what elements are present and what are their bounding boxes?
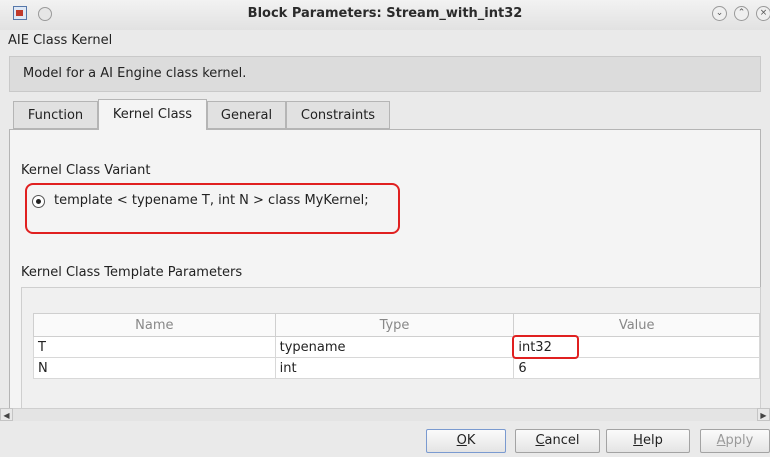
- variant-radio[interactable]: [32, 195, 45, 208]
- horizontal-scrollbar[interactable]: [0, 408, 770, 421]
- column-header-value[interactable]: Value: [513, 313, 760, 337]
- variant-highlight: [25, 183, 400, 234]
- cell-type[interactable]: int: [274, 357, 515, 379]
- ok-button[interactable]: OK: [426, 429, 506, 453]
- value-highlight: [512, 335, 579, 359]
- cancel-button[interactable]: Cancel: [515, 429, 600, 453]
- description-panel: Model for a AI Engine class kernel.: [9, 56, 761, 92]
- close-icon[interactable]: ×: [756, 6, 770, 21]
- table-row: T typename int32: [33, 336, 760, 358]
- variant-section-label: Kernel Class Variant: [21, 163, 151, 178]
- table-row: N int 6: [33, 357, 760, 379]
- params-table: Name Type Value T typename int32 N int 6: [33, 313, 760, 379]
- tab-constraints[interactable]: Constraints: [286, 101, 390, 129]
- minimize-icon[interactable]: ⌄: [712, 6, 727, 21]
- cell-type[interactable]: typename: [274, 336, 515, 358]
- help-button[interactable]: Help: [606, 429, 690, 453]
- params-section-label: Kernel Class Template Parameters: [21, 265, 243, 280]
- maximize-icon[interactable]: ⌃: [734, 6, 749, 21]
- block-type-label: AIE Class Kernel: [8, 33, 113, 48]
- scroll-right-icon[interactable]: ▶: [757, 408, 770, 421]
- column-header-name[interactable]: Name: [33, 313, 276, 337]
- cell-name[interactable]: N: [33, 357, 276, 379]
- tab-kernel-class[interactable]: Kernel Class: [98, 99, 207, 130]
- variant-option-label[interactable]: template < typename T, int N > class MyK…: [54, 193, 369, 208]
- window-title: Block Parameters: Stream_with_int32: [247, 6, 523, 21]
- tab-general[interactable]: General: [207, 101, 286, 129]
- scroll-left-icon[interactable]: ◀: [0, 408, 13, 421]
- cell-value[interactable]: 6: [513, 357, 760, 379]
- description-text: Model for a AI Engine class kernel.: [23, 66, 247, 81]
- tab-function[interactable]: Function: [13, 101, 98, 129]
- apply-button[interactable]: Apply: [700, 429, 770, 453]
- column-header-type[interactable]: Type: [274, 313, 515, 337]
- cell-name[interactable]: T: [33, 336, 276, 358]
